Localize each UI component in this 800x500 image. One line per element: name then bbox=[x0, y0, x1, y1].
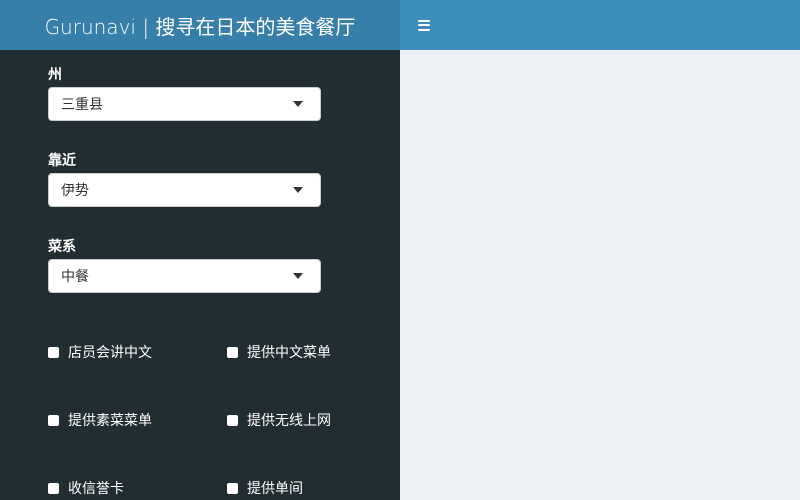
sidebar: 州 三重县 靠近 伊势 菜系 中餐 店员会讲中文 提供中文菜单 提供素菜菜单 提… bbox=[0, 50, 400, 500]
near-select[interactable]: 伊势 bbox=[48, 173, 321, 207]
cuisine-label: 菜系 bbox=[48, 239, 76, 255]
checkbox-chinese-menu[interactable]: 提供中文菜单 bbox=[227, 342, 331, 362]
app-root: Gurunavi | 搜寻在日本的美食餐厅 州 三重县 靠近 伊势 菜系 中餐 … bbox=[0, 0, 800, 500]
checkbox-box[interactable] bbox=[48, 482, 59, 494]
main-content bbox=[400, 50, 800, 500]
checkbox-vegetarian-menu[interactable]: 提供素菜菜单 bbox=[48, 410, 152, 430]
checkbox-label: 提供单间 bbox=[247, 481, 303, 497]
cuisine-select-value: 中餐 bbox=[61, 269, 89, 285]
caret-down-icon bbox=[293, 101, 303, 107]
checkbox-box[interactable] bbox=[227, 346, 238, 358]
brand-logo[interactable]: Gurunavi | 搜寻在日本的美食餐厅 bbox=[0, 0, 400, 50]
checkbox-chinese-speaking-staff[interactable]: 店员会讲中文 bbox=[48, 342, 152, 362]
caret-down-icon bbox=[293, 273, 303, 279]
checkbox-box[interactable] bbox=[48, 414, 59, 426]
checkbox-box[interactable] bbox=[227, 482, 238, 494]
checkbox-private-room[interactable]: 提供单间 bbox=[227, 478, 303, 498]
checkbox-wifi[interactable]: 提供无线上网 bbox=[227, 410, 331, 430]
top-navbar bbox=[400, 0, 800, 50]
hamburger-menu-icon bbox=[418, 19, 430, 31]
state-select-value: 三重县 bbox=[61, 97, 103, 113]
state-select[interactable]: 三重县 bbox=[48, 87, 321, 121]
checkbox-label: 提供无线上网 bbox=[247, 413, 331, 429]
caret-down-icon bbox=[293, 187, 303, 193]
checkbox-label: 提供素菜菜单 bbox=[68, 413, 152, 429]
checkbox-credit-card[interactable]: 收信誉卡 bbox=[48, 478, 124, 498]
checkbox-box[interactable] bbox=[48, 346, 59, 358]
state-label: 州 bbox=[48, 67, 62, 83]
checkbox-label: 提供中文菜单 bbox=[247, 345, 331, 361]
checkbox-label: 收信誉卡 bbox=[68, 481, 124, 497]
sidebar-toggle-button[interactable] bbox=[412, 13, 436, 37]
near-select-value: 伊势 bbox=[61, 183, 89, 199]
brand-title: Gurunavi | 搜寻在日本的美食餐厅 bbox=[44, 14, 356, 39]
cuisine-select[interactable]: 中餐 bbox=[48, 259, 321, 293]
checkbox-label: 店员会讲中文 bbox=[68, 345, 152, 361]
checkbox-box[interactable] bbox=[227, 414, 238, 426]
near-label: 靠近 bbox=[48, 153, 76, 169]
